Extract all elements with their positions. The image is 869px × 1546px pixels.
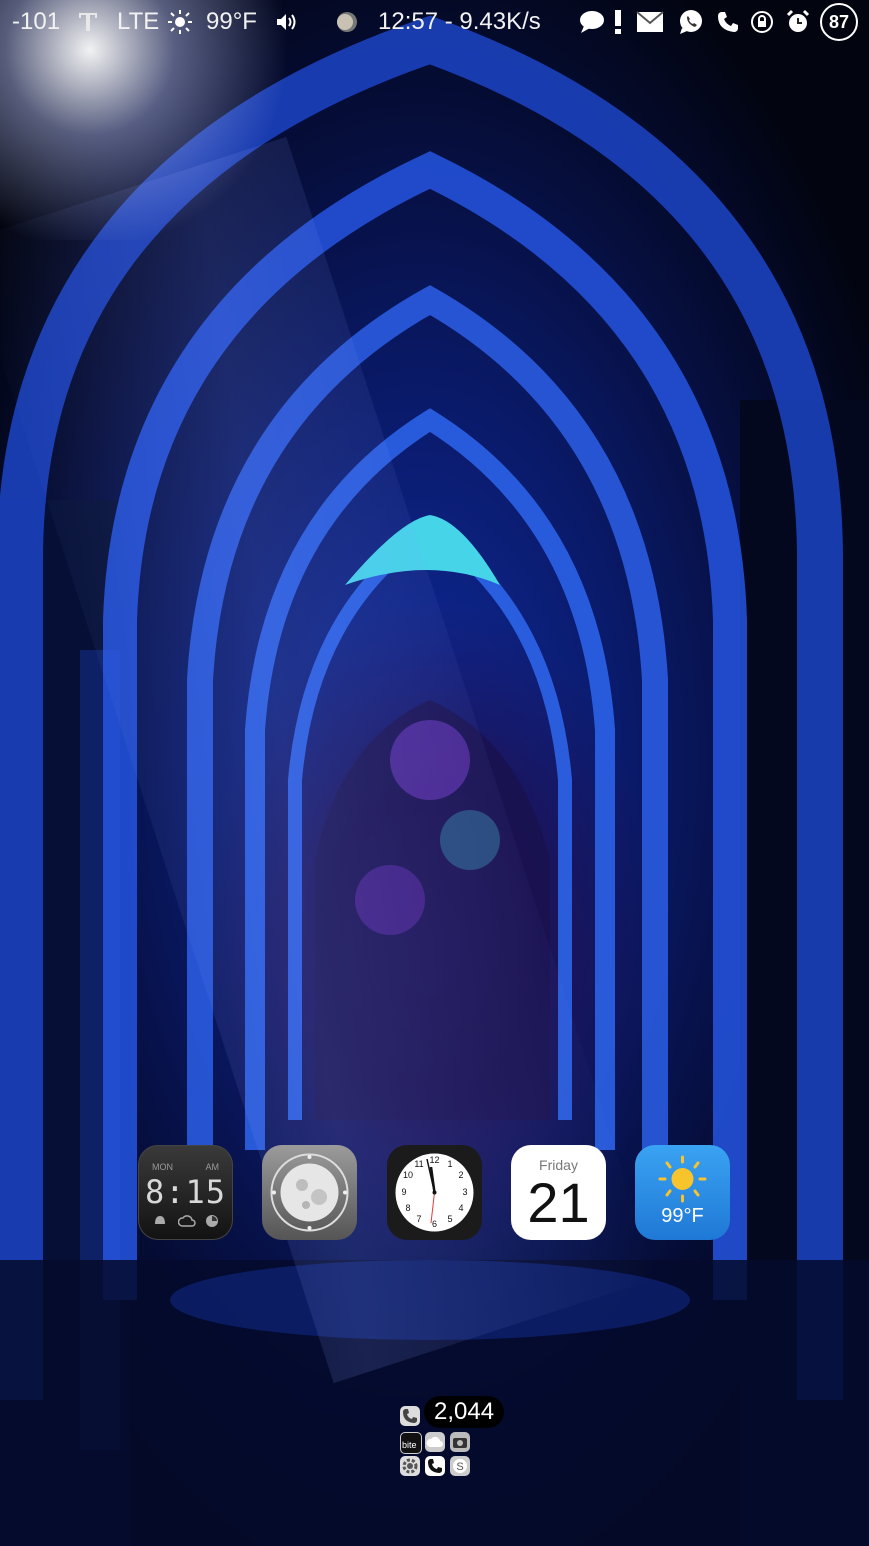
digital-clock-time: 8:15 [144, 1173, 227, 1211]
clock-and-speed: 12:57 - 9.43K/s [378, 8, 541, 35]
digital-clock-day: MON [152, 1162, 173, 1172]
calendar-date: 21 [527, 1171, 590, 1234]
weather-widget[interactable]: 99°F [635, 1145, 730, 1240]
analog-clock-icon: 12 12 3 45 6 78 9 1011 [395, 1153, 474, 1232]
svg-text:12: 12 [429, 1155, 439, 1165]
chat-bubble-icon [578, 8, 606, 36]
bell-icon [155, 1216, 165, 1224]
wallpaper [0, 0, 869, 1546]
svg-text:8: 8 [405, 1203, 410, 1213]
bite-icon: bite [400, 1432, 422, 1454]
svg-text:11: 11 [414, 1159, 423, 1169]
weather-temperature: 99°F [661, 1205, 704, 1227]
bite-label: bite [402, 1440, 417, 1450]
svg-text:7: 7 [416, 1214, 421, 1224]
timer-icon [206, 1215, 218, 1227]
alarm-icon [784, 8, 812, 36]
status-temperature: 99°F [206, 8, 257, 35]
mail-icon [636, 8, 664, 36]
signal-strength: -101 [12, 8, 61, 35]
phone-icon [714, 8, 742, 36]
network-type: LTE [117, 8, 160, 35]
svg-text:S: S [456, 1461, 463, 1473]
moon-phase-widget[interactable] [262, 1145, 357, 1240]
speaker-icon [272, 8, 300, 36]
digital-clock-widget[interactable]: MON AM 8:15 [138, 1145, 233, 1240]
svg-text:5: 5 [447, 1214, 452, 1224]
calendar-widget[interactable]: Friday 21 [511, 1145, 606, 1240]
battery-level: 87 [820, 3, 858, 41]
svg-text:9: 9 [401, 1187, 406, 1197]
svg-text:10: 10 [403, 1170, 413, 1180]
moon-icon [270, 1153, 349, 1232]
svg-text:1: 1 [447, 1159, 452, 1169]
settings-icon [400, 1456, 420, 1476]
status-bar: -101 LTE 99°F 12:57 - 9.43K/s 87 [0, 0, 869, 44]
cloud-icon [425, 1432, 445, 1452]
skype-icon: S [450, 1456, 470, 1476]
t-mobile-logo-icon [74, 8, 102, 36]
sun-icon [658, 1155, 707, 1203]
svg-text:6: 6 [432, 1219, 437, 1229]
moon-phase-icon [333, 8, 361, 36]
whatsapp-icon [677, 8, 705, 36]
svg-text:4: 4 [458, 1203, 463, 1213]
dialer-icon [425, 1456, 445, 1476]
svg-text:3: 3 [462, 1187, 467, 1197]
rotation-lock-icon [748, 8, 776, 36]
camera-icon [450, 1432, 470, 1452]
phone-icon [400, 1406, 420, 1426]
svg-text:2: 2 [458, 1170, 463, 1180]
folder-badge: 2,044 [424, 1396, 505, 1428]
digital-clock-ampm: AM [205, 1162, 220, 1172]
digital-clock-icons [152, 1214, 219, 1228]
cloud-icon [177, 1215, 196, 1227]
analog-clock-widget[interactable]: 12 1 2 3 45 6 78 9 10 11 [387, 1145, 482, 1240]
sun-icon [166, 8, 194, 36]
alert-icon [607, 8, 629, 36]
